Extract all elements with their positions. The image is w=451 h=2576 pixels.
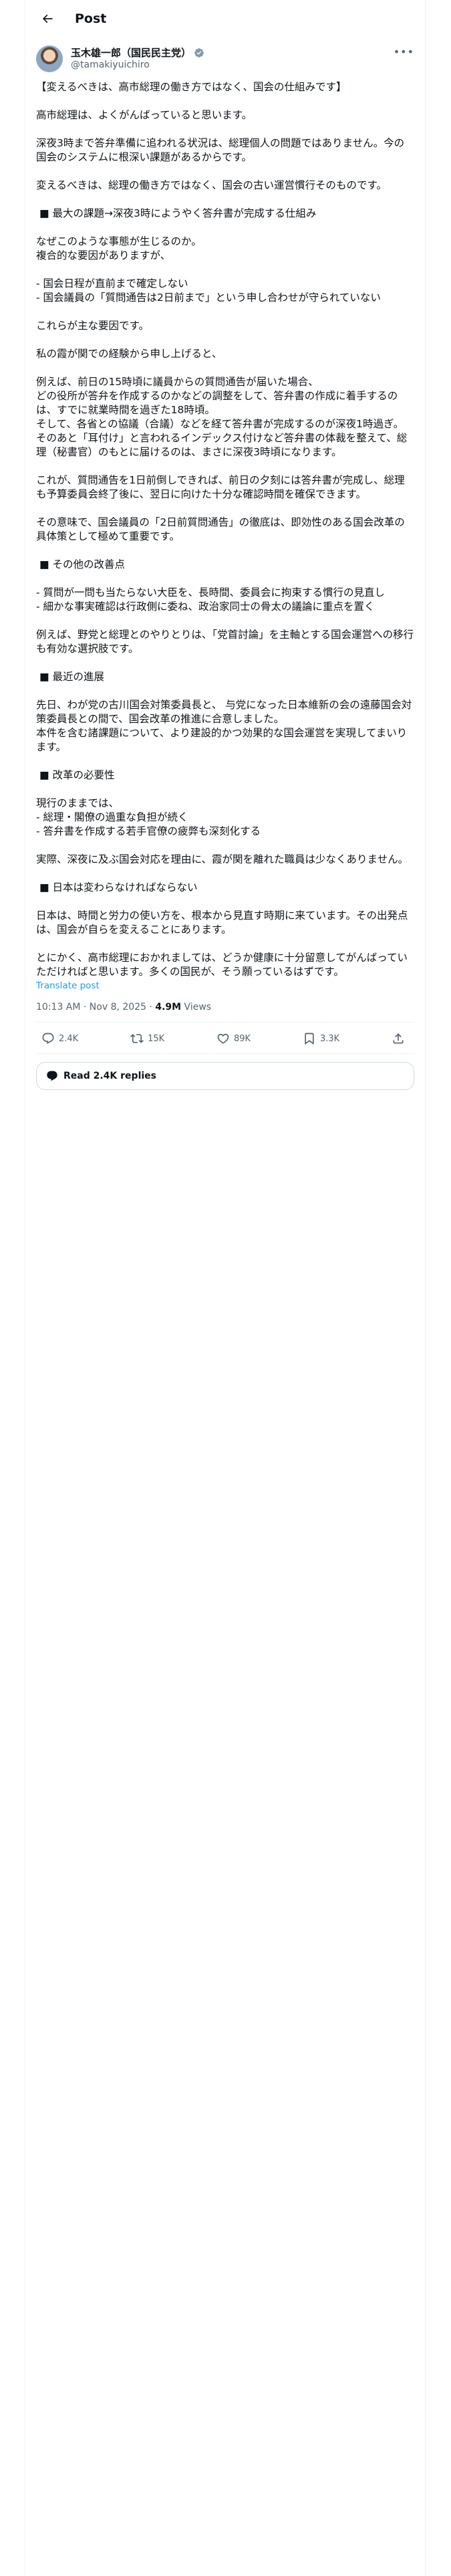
- author-row: 玉木雄一郎（国民民主党） @tamakiyuichiro •••: [25, 37, 425, 72]
- reply-count: 2.4K: [59, 1033, 79, 1044]
- like-count: 89K: [234, 1033, 251, 1044]
- author-names: 玉木雄一郎（国民民主党） @tamakiyuichiro: [71, 45, 204, 71]
- share-icon: [393, 1033, 404, 1044]
- read-replies-button[interactable]: Read 2.4K replies: [36, 1062, 414, 1090]
- heart-icon: [217, 1033, 229, 1044]
- repost-count: 15K: [148, 1033, 165, 1044]
- back-arrow-icon: [42, 14, 53, 23]
- share-button[interactable]: [392, 1032, 409, 1045]
- author-handle[interactable]: @tamakiyuichiro: [71, 59, 204, 71]
- reply-icon: [47, 1071, 57, 1081]
- reply-button[interactable]: 2.4K: [41, 1032, 78, 1045]
- read-replies-label: Read 2.4K replies: [63, 1071, 156, 1081]
- post-meta: 10:13 AM · Nov 8, 2025 · 4.9M Views: [36, 991, 414, 1023]
- post-text: 【変えるべきは、高市総理の働き方ではなく、国会の仕組みです】 高市総理は、よくが…: [36, 81, 414, 978]
- reply-icon: [42, 1033, 54, 1045]
- views-label: Views: [181, 1002, 212, 1012]
- action-bar: 2.4K 15K 89K 3.3K: [36, 1023, 414, 1054]
- views-count: 4.9M: [155, 1002, 182, 1012]
- repost-icon: [130, 1034, 144, 1043]
- bookmark-icon: [305, 1033, 314, 1045]
- like-button[interactable]: 89K: [216, 1032, 251, 1045]
- post-timestamp[interactable]: 10:13 AM · Nov 8, 2025 ·: [36, 1002, 155, 1012]
- page-title: Post: [75, 11, 107, 26]
- more-icon[interactable]: •••: [394, 45, 414, 58]
- back-button[interactable]: [36, 7, 59, 30]
- bookmark-button[interactable]: 3.3K: [303, 1032, 339, 1045]
- verified-badge-icon: [194, 47, 204, 58]
- post-header: Post: [25, 0, 425, 37]
- display-name-text[interactable]: 玉木雄一郎（国民民主党）: [71, 47, 191, 59]
- timeline-column: Post 玉木雄一郎（国民民主党） @tamakiyuichiro ••• 【変…: [25, 0, 426, 2576]
- avatar[interactable]: [36, 45, 63, 72]
- bookmark-count: 3.3K: [319, 1033, 340, 1044]
- author-display-name[interactable]: 玉木雄一郎（国民民主党）: [71, 47, 204, 59]
- translate-post-link[interactable]: Translate post: [25, 979, 425, 991]
- repost-button[interactable]: 15K: [130, 1032, 164, 1045]
